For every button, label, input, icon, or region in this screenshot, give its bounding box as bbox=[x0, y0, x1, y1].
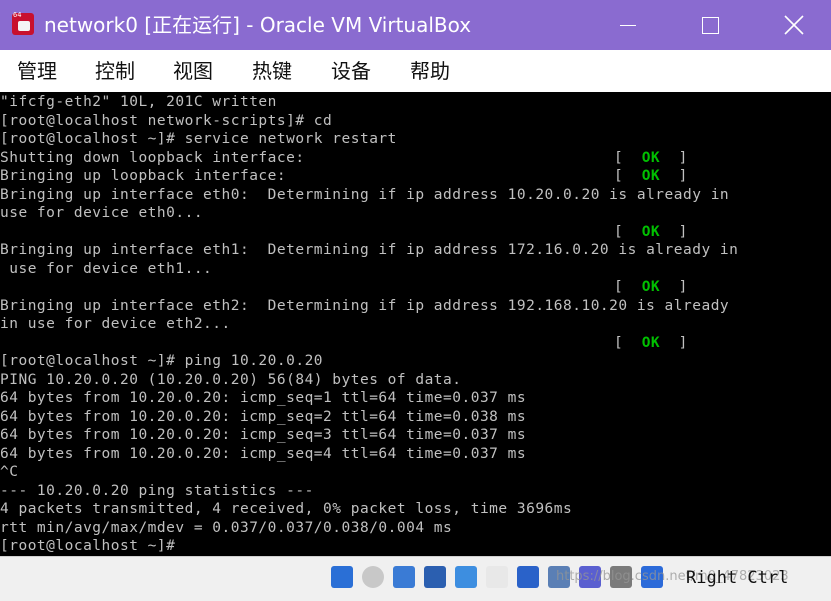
terminal-line-text: rtt min/avg/max/mdev = 0.037/0.037/0.038… bbox=[0, 519, 453, 536]
terminal-line: Bringing up loopback interface: [ OK ] bbox=[0, 167, 687, 185]
terminal-line-text: in use for device eth2... bbox=[0, 316, 231, 332]
terminal-line-text: ^C bbox=[0, 464, 19, 480]
audio-icon[interactable] bbox=[393, 566, 415, 588]
terminal-line-text: 64 bytes from 10.20.0.20: icmp_seq=3 ttl… bbox=[0, 427, 527, 443]
terminal-line-text: [root@localhost ~]# ping 10.20.0.20 bbox=[0, 353, 324, 369]
terminal-line: rtt min/avg/max/mdev = 0.037/0.037/0.038… bbox=[0, 519, 452, 537]
terminal-line: PING 10.20.0.20 (10.20.0.20) 56(84) byte… bbox=[0, 371, 462, 389]
terminal-line-text: --- 10.20.0.20 ping statistics --- bbox=[0, 482, 314, 499]
status-ok-marker: [ OK ] bbox=[614, 334, 688, 351]
display-icon[interactable] bbox=[517, 566, 539, 588]
menu-item-hotkey[interactable]: 热键 bbox=[252, 59, 292, 83]
terminal-line-text: use for device eth0... bbox=[0, 205, 204, 221]
terminal-line-text: "ifcfg-eth2" 10L, 201C written bbox=[0, 94, 277, 110]
terminal-line: Shutting down loopback interface: [ OK ] bbox=[0, 149, 687, 167]
terminal-line-text: Bringing up interface eth1: Determining … bbox=[0, 242, 739, 258]
ok-label: OK bbox=[641, 168, 661, 184]
terminal-line: --- 10.20.0.20 ping statistics --- bbox=[0, 482, 314, 500]
menu-item-view[interactable]: 视图 bbox=[173, 59, 213, 83]
status-ok-marker: [ OK ] bbox=[614, 279, 688, 295]
terminal-line: 64 bytes from 10.20.0.20: icmp_seq=3 ttl… bbox=[0, 426, 526, 444]
terminal-line: [root@localhost ~]# bbox=[0, 537, 175, 555]
terminal-line-text: [root@localhost network-scripts]# cd bbox=[0, 112, 333, 129]
menu-bar: 管理 控制 视图 热键 设备 帮助 bbox=[0, 50, 831, 92]
status-ok-marker: [ OK ] bbox=[614, 168, 688, 184]
close-button[interactable] bbox=[771, 0, 817, 50]
window-title: network0 [正在运行] - Oracle VM VirtualBox bbox=[44, 13, 472, 37]
shared-folders-icon[interactable] bbox=[486, 566, 508, 588]
hard-disk-icon[interactable] bbox=[331, 566, 353, 588]
terminal-line: [root@localhost ~]# service network rest… bbox=[0, 130, 397, 148]
close-icon bbox=[784, 15, 804, 35]
terminal-line: 64 bytes from 10.20.0.20: icmp_seq=1 ttl… bbox=[0, 389, 526, 407]
terminal-line-text: Bringing up interface eth0: Determining … bbox=[0, 186, 730, 203]
terminal-line-text: 4 packets transmitted, 4 received, 0% pa… bbox=[0, 501, 573, 517]
ok-label: OK bbox=[641, 149, 661, 166]
maximize-icon bbox=[702, 17, 719, 34]
virtualbox-icon: 64 bbox=[12, 11, 34, 35]
terminal-line: Bringing up interface eth2: Determining … bbox=[0, 297, 729, 315]
network-icon[interactable] bbox=[424, 566, 446, 588]
terminal-line: [root@localhost network-scripts]# cd bbox=[0, 112, 332, 130]
status-ok-marker: [ OK ] bbox=[614, 223, 688, 240]
terminal-line: Bringing up interface eth1: Determining … bbox=[0, 241, 738, 259]
terminal-line-text: use for device eth1... bbox=[0, 260, 213, 277]
terminal-line-text: PING 10.20.0.20 (10.20.0.20) 56(84) byte… bbox=[0, 371, 462, 388]
terminal-line: 4 packets transmitted, 4 received, 0% pa… bbox=[0, 500, 572, 518]
terminal-line-text: Shutting down loopback interface: bbox=[0, 149, 305, 166]
ok-label: OK bbox=[641, 223, 661, 240]
ok-label: OK bbox=[641, 279, 661, 295]
optical-drive-icon[interactable] bbox=[362, 566, 384, 588]
ok-label: OK bbox=[641, 334, 661, 351]
terminal-line: [root@localhost ~]# ping 10.20.0.20 bbox=[0, 352, 323, 370]
terminal-line: use for device eth1... bbox=[0, 260, 212, 278]
menu-item-help[interactable]: 帮助 bbox=[410, 59, 450, 83]
terminal-line-text: 64 bytes from 10.20.0.20: icmp_seq=1 ttl… bbox=[0, 390, 527, 406]
terminal-line: "ifcfg-eth2" 10L, 201C written bbox=[0, 93, 277, 111]
menu-item-devices[interactable]: 设备 bbox=[331, 59, 371, 83]
minimize-icon bbox=[620, 25, 636, 26]
terminal-line: in use for device eth2... bbox=[0, 315, 231, 333]
title-bar[interactable]: 64 network0 [正在运行] - Oracle VM VirtualBo… bbox=[0, 0, 831, 50]
status-bar: https://blog.csdn.net/m0_47823023 Right … bbox=[0, 556, 831, 601]
terminal-line: ^C bbox=[0, 463, 18, 481]
terminal-line-text: Bringing up loopback interface: bbox=[0, 168, 287, 184]
terminal-line-text: [root@localhost ~]# bbox=[0, 538, 176, 554]
terminal-line-text: [root@localhost ~]# service network rest… bbox=[0, 131, 397, 147]
terminal-line: 64 bytes from 10.20.0.20: icmp_seq=2 ttl… bbox=[0, 408, 526, 426]
menu-item-manage[interactable]: 管理 bbox=[17, 59, 57, 83]
status-ok-marker: [ OK ] bbox=[614, 149, 688, 166]
terminal-screen[interactable]: "ifcfg-eth2" 10L, 201C written [root@loca… bbox=[0, 92, 831, 556]
usb-icon[interactable] bbox=[455, 566, 477, 588]
terminal-line-text: 64 bytes from 10.20.0.20: icmp_seq=2 ttl… bbox=[0, 408, 527, 425]
host-key-label: Right Ctrl bbox=[686, 568, 789, 588]
terminal-line-text: 64 bytes from 10.20.0.20: icmp_seq=4 ttl… bbox=[0, 445, 527, 462]
terminal-line: Bringing up interface eth0: Determining … bbox=[0, 186, 729, 204]
menu-item-control[interactable]: 控制 bbox=[95, 59, 135, 83]
icon-tag: 64 bbox=[13, 11, 22, 19]
maximize-button[interactable] bbox=[687, 0, 733, 50]
terminal-line: use for device eth0... bbox=[0, 204, 203, 222]
terminal-line-text: Bringing up interface eth2: Determining … bbox=[0, 297, 730, 314]
terminal-line: 64 bytes from 10.20.0.20: icmp_seq=4 ttl… bbox=[0, 445, 526, 463]
minimize-button[interactable] bbox=[604, 0, 650, 50]
